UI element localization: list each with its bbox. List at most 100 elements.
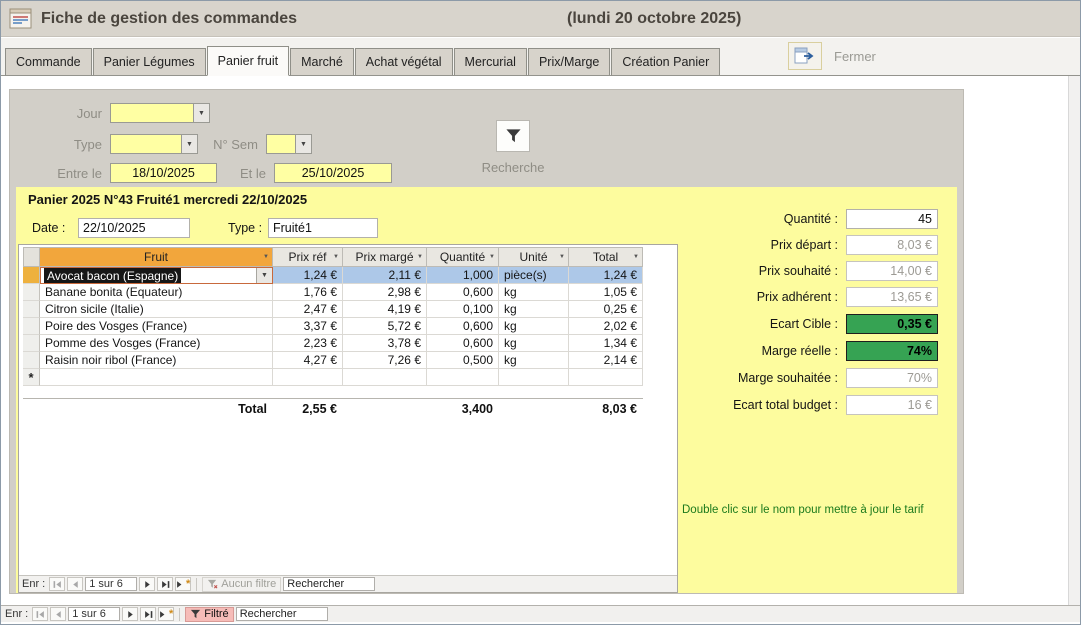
prix-ref-cell[interactable]: 1,76 €	[273, 284, 343, 301]
chevron-down-icon[interactable]: ▼	[633, 254, 639, 260]
total-cell[interactable]: 1,05 €	[569, 284, 643, 301]
fruit-cell[interactable]: Raisin noir ribol (France)	[40, 352, 273, 369]
prix-ref-cell[interactable]: 2,23 €	[273, 335, 343, 352]
total-cell[interactable]: 1,24 €	[569, 267, 643, 284]
total-cell[interactable]: 2,14 €	[569, 352, 643, 369]
record-search-input[interactable]: Rechercher	[236, 607, 328, 621]
fruit-cell[interactable]: Poire des Vosges (France)	[40, 318, 273, 335]
fermer-button[interactable]	[788, 42, 822, 70]
tab-commande[interactable]: Commande	[5, 48, 92, 76]
nav-first-button[interactable]	[49, 577, 65, 591]
chevron-down-icon[interactable]: ▼	[417, 254, 423, 260]
jour-combobox[interactable]: ▼	[110, 103, 210, 123]
combo-arrow-icon[interactable]: ▼	[256, 268, 272, 283]
col-header-quantite[interactable]: Quantité ▼	[427, 247, 499, 267]
row-selector[interactable]	[23, 335, 40, 352]
table-row[interactable]: Pomme des Vosges (France) 2,23 € 3,78 € …	[23, 335, 643, 352]
total-cell[interactable]: 0,25 €	[569, 301, 643, 318]
total-cell[interactable]: 1,34 €	[569, 335, 643, 352]
nav-new-button[interactable]: *	[175, 577, 191, 591]
col-header-fruit[interactable]: Fruit ▼	[40, 247, 273, 267]
prix-marge-cell[interactable]: 7,26 €	[343, 352, 427, 369]
type-combobox[interactable]: ▼	[110, 134, 198, 154]
chevron-down-icon[interactable]: ▼	[181, 135, 197, 153]
nav-first-button[interactable]	[32, 607, 48, 621]
chevron-down-icon[interactable]: ▼	[193, 104, 209, 122]
prix-ref-cell[interactable]: 3,37 €	[273, 318, 343, 335]
fruit-cell[interactable]: Citron sicile (Italie)	[40, 301, 273, 318]
prix-marge-cell[interactable]: 2,11 €	[343, 267, 427, 284]
semaine-combobox[interactable]: ▼	[266, 134, 312, 154]
nav-new-button[interactable]: *	[158, 607, 174, 621]
row-selector[interactable]	[23, 318, 40, 335]
quantite-cell[interactable]: 1,000	[427, 267, 499, 284]
prix-marge-cell[interactable]: 2,98 €	[343, 284, 427, 301]
new-record-row[interactable]: *	[23, 369, 643, 386]
unite-cell[interactable]: kg	[499, 335, 569, 352]
table-row[interactable]: Banane bonita (Equateur) 1,76 € 2,98 € 0…	[23, 284, 643, 301]
col-header-prix-ref[interactable]: Prix réf ▼	[273, 247, 343, 267]
record-position[interactable]: 1 sur 6	[68, 607, 120, 621]
table-row[interactable]: Citron sicile (Italie) 2,47 € 4,19 € 0,1…	[23, 301, 643, 318]
tab-mercurial[interactable]: Mercurial	[454, 48, 527, 76]
prix-ref-cell[interactable]: 1,24 €	[273, 267, 343, 284]
recherche-button[interactable]	[496, 120, 530, 152]
fruit-cell[interactable]: Pomme des Vosges (France)	[40, 335, 273, 352]
unite-cell[interactable]: pièce(s)	[499, 267, 569, 284]
tab-panier-legumes[interactable]: Panier Légumes	[93, 48, 206, 76]
date-field[interactable]: 22/10/2025	[78, 218, 190, 238]
quantite-field[interactable]: 45	[846, 209, 938, 229]
unite-cell[interactable]: kg	[499, 284, 569, 301]
prix-depart-field[interactable]: 8,03 €	[846, 235, 938, 255]
table-row[interactable]: Avocat bacon (Espagne) ▼ 1,24 € 2,11 € 1…	[23, 267, 643, 284]
nav-next-button[interactable]	[122, 607, 138, 621]
row-selector[interactable]	[23, 352, 40, 369]
quantite-cell[interactable]: 0,600	[427, 284, 499, 301]
unite-cell[interactable]: kg	[499, 352, 569, 369]
prix-ref-cell[interactable]: 4,27 €	[273, 352, 343, 369]
nav-last-button[interactable]	[140, 607, 156, 621]
nav-prev-button[interactable]	[50, 607, 66, 621]
row-selector[interactable]	[23, 284, 40, 301]
tab-creation-panier[interactable]: Création Panier	[611, 48, 720, 76]
table-row[interactable]: Raisin noir ribol (France) 4,27 € 7,26 €…	[23, 352, 643, 369]
quantite-cell[interactable]: 0,600	[427, 318, 499, 335]
chevron-down-icon[interactable]: ▼	[489, 254, 495, 260]
marge-reelle-field[interactable]: 74%	[846, 341, 938, 361]
date-debut-field[interactable]: 18/10/2025	[110, 163, 217, 183]
tab-achat-vegetal[interactable]: Achat végétal	[355, 48, 453, 76]
date-fin-field[interactable]: 25/10/2025	[274, 163, 392, 183]
tab-prix-marge[interactable]: Prix/Marge	[528, 48, 610, 76]
chevron-down-icon[interactable]: ▼	[263, 254, 269, 260]
col-header-prix-marge[interactable]: Prix margé ▼	[343, 247, 427, 267]
quantite-cell[interactable]: 0,100	[427, 301, 499, 318]
record-search-input[interactable]: Rechercher	[283, 577, 375, 591]
selector-header[interactable]	[23, 247, 40, 267]
chevron-down-icon[interactable]: ▼	[559, 254, 565, 260]
total-cell[interactable]: 2,02 €	[569, 318, 643, 335]
row-selector[interactable]	[23, 267, 40, 284]
prix-marge-cell[interactable]: 4,19 €	[343, 301, 427, 318]
type-field[interactable]: Fruité1	[268, 218, 378, 238]
ecart-total-budget-field[interactable]: 16 €	[846, 395, 938, 415]
vertical-scrollbar[interactable]	[1068, 76, 1080, 605]
new-record-selector[interactable]: *	[23, 369, 40, 386]
marge-souhaitee-field[interactable]: 70%	[846, 368, 938, 388]
prix-marge-cell[interactable]: 3,78 €	[343, 335, 427, 352]
chevron-down-icon[interactable]: ▼	[333, 254, 339, 260]
prix-souhaite-field[interactable]: 14,00 €	[846, 261, 938, 281]
unite-cell[interactable]: kg	[499, 301, 569, 318]
filtered-button[interactable]: Filtré	[185, 607, 233, 622]
chevron-down-icon[interactable]: ▼	[295, 135, 311, 153]
nav-prev-button[interactable]	[67, 577, 83, 591]
prix-marge-cell[interactable]: 5,72 €	[343, 318, 427, 335]
fruit-cell[interactable]: Banane bonita (Equateur)	[40, 284, 273, 301]
nav-last-button[interactable]	[157, 577, 173, 591]
quantite-cell[interactable]: 0,600	[427, 335, 499, 352]
fruit-combo-cell[interactable]: Avocat bacon (Espagne) ▼	[40, 267, 273, 284]
ecart-cible-field[interactable]: 0,35 €	[846, 314, 938, 334]
tab-marche[interactable]: Marché	[290, 48, 354, 76]
col-header-total[interactable]: Total ▼	[569, 247, 643, 267]
row-selector[interactable]	[23, 301, 40, 318]
table-row[interactable]: Poire des Vosges (France) 3,37 € 5,72 € …	[23, 318, 643, 335]
